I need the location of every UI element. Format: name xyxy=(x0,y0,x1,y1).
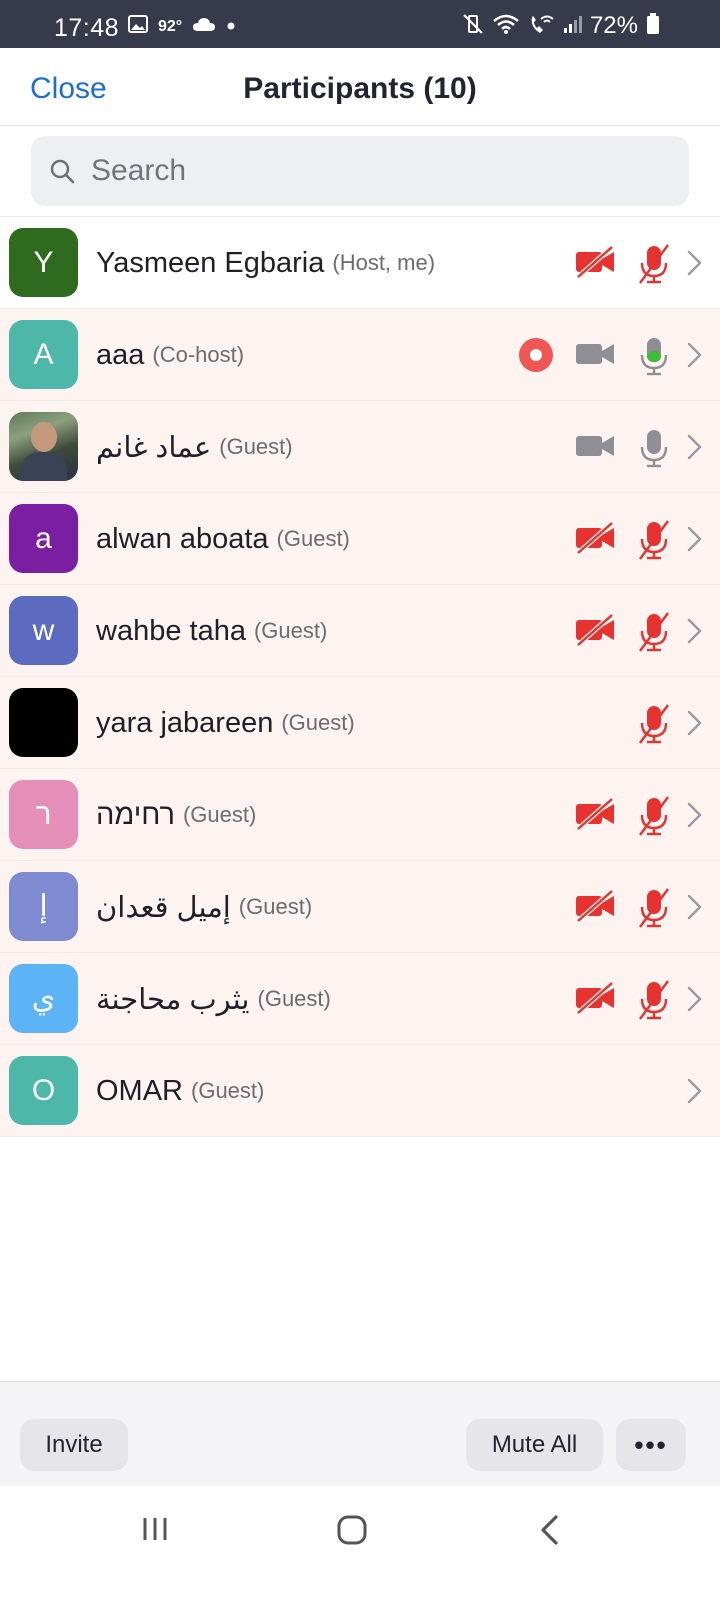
participant-role: (Guest) xyxy=(253,618,328,643)
status-time: 17:48 xyxy=(54,14,120,42)
chevron-right-icon[interactable] xyxy=(684,1077,704,1110)
invite-button[interactable]: Invite xyxy=(20,1419,128,1471)
wifi-icon xyxy=(492,13,520,40)
participant-row[interactable]: yara jabareen (Guest) xyxy=(0,677,720,769)
participant-name: רחימה xyxy=(96,798,175,831)
avatar: إ xyxy=(9,872,78,941)
chevron-right-icon[interactable] xyxy=(684,985,704,1018)
avatar: a xyxy=(9,504,78,573)
page-title: Participants (10) xyxy=(243,72,477,105)
mic-muted-icon xyxy=(634,703,674,750)
participant-row[interactable]: ר רחימה (Guest) xyxy=(0,769,720,861)
chevron-right-icon[interactable] xyxy=(684,801,704,834)
avatar xyxy=(9,412,78,481)
participant-role: (Host, me) xyxy=(332,250,436,275)
vibrate-icon xyxy=(462,13,484,40)
participant-role: (Guest) xyxy=(257,986,331,1011)
chevron-right-icon[interactable] xyxy=(684,433,704,466)
battery-icon xyxy=(646,12,660,40)
chevron-right-icon[interactable] xyxy=(684,341,704,374)
mic-muted-icon xyxy=(634,243,674,290)
participant-role: (Guest) xyxy=(191,1078,265,1103)
recent-apps-icon[interactable] xyxy=(140,1514,170,1544)
video-icon xyxy=(574,427,616,470)
mic-muted-icon xyxy=(634,979,674,1026)
participant-row[interactable]: إ إميل قعدان (Guest) xyxy=(0,861,720,953)
footer-toolbar: Invite Mute All ••• xyxy=(0,1381,720,1486)
chevron-right-icon[interactable] xyxy=(684,893,704,926)
participant-name: عماد غانم xyxy=(96,431,212,464)
home-icon[interactable] xyxy=(336,1514,368,1546)
participant-name: wahbe taha xyxy=(96,614,246,647)
mic-muted-icon xyxy=(634,887,674,934)
participant-role: (Guest) xyxy=(276,526,350,551)
video-off-icon xyxy=(574,979,616,1022)
avatar: A xyxy=(9,320,78,389)
participant-list: Y Yasmeen Egbaria (Host, me) Aaaa (Co-host) ع… xyxy=(0,216,720,1137)
chevron-right-icon[interactable] xyxy=(684,617,704,650)
battery-percent: 72% xyxy=(589,12,638,39)
wifi-calling-icon xyxy=(528,13,554,40)
avatar: Y xyxy=(9,228,78,297)
participant-role: (Guest) xyxy=(219,434,293,459)
participant-role: (Co-host) xyxy=(152,342,245,367)
participant-name: yara jabareen xyxy=(96,706,274,739)
chevron-right-icon[interactable] xyxy=(684,709,704,742)
mic-muted-icon xyxy=(634,795,674,842)
participant-name: إميل قعدان xyxy=(96,891,231,924)
status-bar: 17:48 92° 72% xyxy=(0,0,720,48)
participant-name: يثرب محاجنة xyxy=(96,983,250,1016)
participant-row[interactable]: w wahbe taha (Guest) xyxy=(0,585,720,677)
signal-icon xyxy=(562,14,582,39)
participant-name: OMAR xyxy=(96,1074,183,1107)
mic-icon xyxy=(634,427,674,474)
participant-role: (Guest) xyxy=(281,710,355,735)
chevron-right-icon[interactable] xyxy=(684,249,704,282)
avatar: O xyxy=(9,1056,78,1125)
notification-dot-icon xyxy=(226,18,236,36)
mic-muted-icon xyxy=(634,519,674,566)
recording-icon xyxy=(518,337,554,378)
avatar: ي xyxy=(9,964,78,1033)
video-off-icon xyxy=(574,887,616,930)
participant-row[interactable]: O OMAR (Guest) xyxy=(0,1045,720,1137)
mute-all-button[interactable]: Mute All xyxy=(466,1419,603,1471)
participant-name: aaa xyxy=(96,338,145,371)
avatar: w xyxy=(9,596,78,665)
video-off-icon xyxy=(574,795,616,838)
participant-row[interactable]: ي يثرب محاجنة (Guest) xyxy=(0,953,720,1045)
mic-icon xyxy=(634,335,674,382)
mic-muted-icon xyxy=(634,611,674,658)
gallery-icon xyxy=(128,15,148,38)
temperature: 92° xyxy=(158,17,183,35)
avatar: ר xyxy=(9,780,78,849)
search-icon xyxy=(50,159,75,184)
participants-header: Close Participants (10) xyxy=(0,48,720,126)
video-off-icon xyxy=(574,243,616,286)
avatar xyxy=(9,688,78,757)
video-icon xyxy=(574,335,616,378)
more-options-button[interactable]: ••• xyxy=(616,1419,686,1471)
participant-name: alwan aboata xyxy=(96,522,269,555)
participant-role: (Guest) xyxy=(182,802,257,827)
search-input[interactable] xyxy=(91,136,671,206)
participant-row[interactable]: عماد غانم (Guest) xyxy=(0,401,720,493)
participant-name: Yasmeen Egbaria xyxy=(96,246,325,279)
search-bar[interactable] xyxy=(31,136,689,206)
participant-row[interactable]: Y Yasmeen Egbaria (Host, me) xyxy=(0,217,720,309)
back-icon[interactable] xyxy=(538,1514,562,1546)
system-nav-bar xyxy=(0,1486,720,1600)
video-off-icon xyxy=(574,519,616,562)
participant-row[interactable]: Aaaa (Co-host) xyxy=(0,309,720,401)
cloud-icon xyxy=(192,16,216,37)
chevron-right-icon[interactable] xyxy=(684,525,704,558)
video-off-icon xyxy=(574,611,616,654)
participant-role: (Guest) xyxy=(238,894,313,919)
participant-row[interactable]: a alwan aboata (Guest) xyxy=(0,493,720,585)
